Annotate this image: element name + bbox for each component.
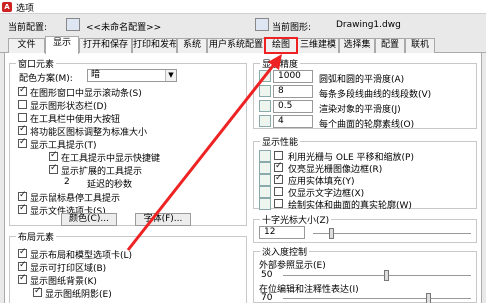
contour-lines-label: 每个曲面的轮廓素线(O) <box>319 120 415 130</box>
delay-seconds-input[interactable]: 2 <box>64 177 70 187</box>
display-performance-title: 显示性能 <box>260 135 301 148</box>
rollover-tips-label: 显示鼠标悬停工具提示 <box>30 194 121 204</box>
arc-smoothness-input[interactable]: 1000 <box>273 70 313 83</box>
fade-control-title: 淡入度控制 <box>260 245 310 258</box>
current-drawing-value: Drawing1.dwg <box>336 20 401 30</box>
text-frame-checkbox[interactable] <box>274 187 283 196</box>
chevron-down-icon: ▼ <box>165 70 176 81</box>
color-scheme-select[interactable]: 暗 ▼ <box>87 69 177 82</box>
tab-display[interactable]: 显示 <box>45 36 79 54</box>
window-elements-title: 窗口元素 <box>16 57 57 70</box>
xref-fade-track <box>283 275 471 276</box>
inplace-fade-value[interactable]: 70 <box>261 293 272 303</box>
scrollbars-checkbox[interactable] <box>18 85 27 96</box>
display-resolution-title: 显示精度 <box>260 57 301 70</box>
paper-background-checkbox[interactable] <box>18 273 27 284</box>
tooltips-checkbox[interactable] <box>18 137 27 148</box>
xref-fade-slider[interactable] <box>384 270 390 281</box>
xref-fade-value[interactable]: 50 <box>261 270 272 280</box>
shortcut-keys-checkbox[interactable] <box>49 150 58 161</box>
extended-tips-checkbox[interactable] <box>49 163 58 174</box>
arc-smoothness-icon <box>259 70 271 82</box>
raster-frame-icon <box>259 162 271 174</box>
tab-3d-modeling[interactable]: 三维建模 <box>297 38 339 53</box>
extended-tips-label: 显示扩展的工具提示 <box>61 167 143 177</box>
render-smoothness-label: 渲染对象的平滑度(J) <box>319 105 401 115</box>
silhouette-label: 绘制实体和曲面的真实轮廓(W) <box>288 201 412 211</box>
tab-drafting[interactable]: 绘图 <box>264 37 298 54</box>
color-scheme-label: 配色方案(M): <box>19 74 73 84</box>
resize-icons-label: 将功能区图标调整为标准大小 <box>30 128 148 138</box>
config-icon <box>66 18 80 31</box>
tab-bar: 文件 显示 打开和保存 打印和发布 系统 用户系统配置 绘图 三维建模 选择集 … <box>0 36 486 54</box>
solid-fill-checkbox[interactable] <box>274 173 283 184</box>
crosshair-size-slider[interactable] <box>328 228 334 239</box>
layout-tabs-label: 显示布局和模型选项卡(L) <box>30 251 133 261</box>
arc-smoothness-label: 圆弧和圆的平滑度(A) <box>319 75 405 85</box>
silhouette-checkbox[interactable] <box>274 199 283 208</box>
colors-button[interactable]: 颜色(C)... <box>61 213 117 226</box>
tooltips-label: 显示工具提示(T) <box>30 141 97 151</box>
render-smoothness-icon <box>259 100 271 112</box>
inplace-fade-label: 在位编辑和注释性表达(I) <box>259 285 359 295</box>
current-config-label: 当前配置: <box>8 23 48 33</box>
text-frame-icon <box>259 186 271 198</box>
status-bar-checkbox[interactable] <box>18 100 27 109</box>
tab-online[interactable]: 联机 <box>405 38 435 53</box>
drawing-icon <box>255 18 269 31</box>
tab-files[interactable]: 文件 <box>8 38 45 53</box>
layout-tabs-checkbox[interactable] <box>18 247 27 258</box>
polyline-segments-label: 每条多段线曲线的线段数(V) <box>319 90 432 100</box>
color-scheme-value: 暗 <box>91 70 101 80</box>
app-icon: A <box>2 2 12 12</box>
large-buttons-checkbox[interactable] <box>18 113 27 122</box>
polyline-segments-input[interactable]: 8 <box>273 85 313 98</box>
raster-ole-checkbox[interactable] <box>274 151 283 160</box>
tab-selection[interactable]: 选择集 <box>339 38 375 53</box>
polyline-segments-icon <box>259 85 271 97</box>
fonts-button[interactable]: 字体(F)... <box>135 213 191 226</box>
delay-seconds-label: 延迟的秒数 <box>87 180 133 190</box>
crosshair-size-input[interactable]: 12 <box>259 226 305 239</box>
raster-ole-icon <box>259 150 271 162</box>
tab-profiles[interactable]: 配置 <box>375 38 405 53</box>
inplace-fade-track <box>283 298 471 299</box>
status-bar-label: 显示图形状态栏(D) <box>30 102 107 112</box>
resize-icons-checkbox[interactable] <box>18 124 27 135</box>
tab-open-save[interactable]: 打开和保存 <box>79 38 132 53</box>
crosshair-size-title: 十字光标大小(Z) <box>260 213 332 226</box>
contour-lines-input[interactable]: 4 <box>273 115 313 128</box>
display-tab-panel: 窗口元素 配色方案(M): 暗 ▼ 在图形窗口中显示滚动条(S) 显示图形状态栏… <box>4 53 482 303</box>
current-drawing-label: 当前图形: <box>272 23 312 33</box>
paper-shadow-label: 显示图纸阴影(E) <box>45 290 112 300</box>
raster-frame-checkbox[interactable] <box>274 161 283 172</box>
window-title: 选项 <box>16 4 35 14</box>
large-buttons-label: 在工具栏中使用大按钮 <box>30 115 121 125</box>
solid-fill-icon <box>259 174 271 186</box>
rollover-tips-checkbox[interactable] <box>18 190 27 201</box>
printable-area-checkbox[interactable] <box>18 260 27 271</box>
printable-area-label: 显示可打印区域(B) <box>30 264 107 274</box>
inplace-fade-slider[interactable] <box>426 293 432 303</box>
contour-lines-icon <box>259 115 271 127</box>
tab-plot-publish[interactable]: 打印和发布 <box>132 38 177 53</box>
file-tabs-checkbox[interactable] <box>18 203 27 214</box>
title-bar: A 选项 <box>0 0 486 14</box>
scrollbars-label: 在图形窗口中显示滚动条(S) <box>30 89 142 99</box>
crosshair-size-track <box>313 233 471 234</box>
silhouette-icon <box>259 198 271 210</box>
tab-system[interactable]: 系统 <box>177 38 207 53</box>
paper-shadow-checkbox[interactable] <box>33 286 42 297</box>
shortcut-keys-label: 在工具提示中显示快捷键 <box>61 154 161 164</box>
layout-elements-title: 布局元素 <box>16 230 57 243</box>
profile-bar: 当前配置: <<未命名配置>> 当前图形: Drawing1.dwg <box>0 15 486 35</box>
current-config-value: <<未命名配置>> <box>86 23 162 33</box>
render-smoothness-input[interactable]: 0.5 <box>273 100 313 113</box>
tab-user-preferences[interactable]: 用户系统配置 <box>207 38 265 53</box>
